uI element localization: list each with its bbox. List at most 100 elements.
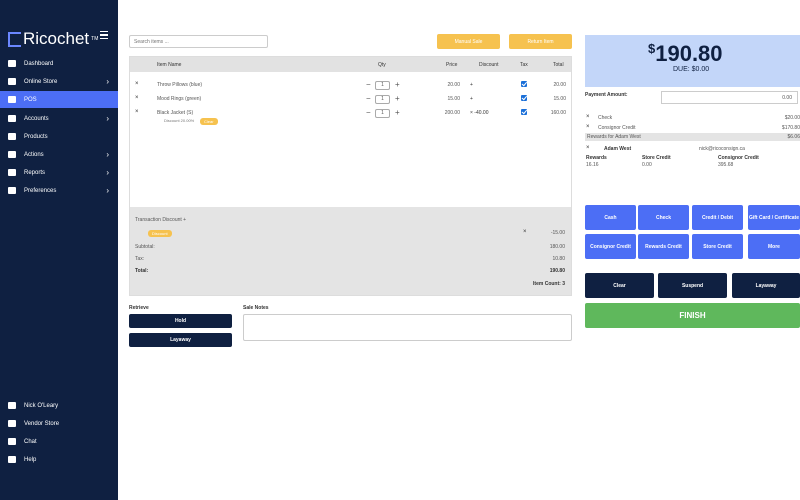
chevron-right-icon: ›	[106, 168, 109, 177]
sidebar-item-online-store[interactable]: Online Store ›	[0, 73, 118, 90]
table-row: × Black Jacket (S) −1 +200.00 × -40.00 160.00…	[130, 106, 571, 125]
store-icon	[8, 420, 16, 427]
tax-value: 10.80	[552, 256, 565, 262]
increase-qty-icon[interactable]: +	[395, 94, 400, 103]
customer-stat-value: 16.16	[586, 162, 599, 168]
total-value: 190.80	[549, 268, 565, 274]
payment-line-name: Consignor Credit	[598, 125, 636, 131]
pay-button-credit-debit[interactable]: Credit / Debit	[692, 205, 743, 230]
discount-tag[interactable]: Discount	[148, 230, 172, 237]
rewards-amount: $6.06	[787, 134, 800, 140]
decrease-qty-icon[interactable]: −	[366, 108, 371, 117]
pay-button-consignor-credit[interactable]: Consignor Credit	[585, 234, 636, 259]
item-tag[interactable]: Clear	[200, 118, 218, 125]
sale-notes-field[interactable]	[243, 314, 572, 341]
return-item-button[interactable]: Return Item	[509, 34, 572, 49]
pay-button-more[interactable]: More	[748, 234, 800, 259]
sidebar-item-label: Products	[24, 133, 48, 140]
col-qty: Qty	[378, 62, 386, 68]
sidebar-bottom-nick-o-leary[interactable]: Nick O'Leary	[0, 397, 118, 414]
sidebar-item-preferences[interactable]: Preferences ›	[0, 182, 118, 199]
pay-button-gift-card-certificate[interactable]: Gift Card / Certificate	[748, 205, 800, 230]
item-total: 20.00	[553, 82, 566, 88]
sidebar-item-label: Nick O'Leary	[24, 402, 59, 409]
remove-discount-icon[interactable]: ×	[523, 229, 527, 235]
remove-item-icon[interactable]: ×	[135, 109, 139, 115]
remove-item-icon[interactable]: ×	[135, 95, 139, 101]
retrieve-layaway-button[interactable]: Layaway	[129, 333, 232, 347]
sidebar-item-actions[interactable]: Actions ›	[0, 146, 118, 163]
item-name: Throw Pillows (blue)	[157, 82, 203, 88]
sidebar-bottom-chat[interactable]: Chat	[0, 433, 118, 450]
increase-qty-icon[interactable]: +	[395, 108, 400, 117]
qty-input[interactable]: 1	[375, 95, 390, 104]
item-count: Item Count: 3	[533, 281, 565, 287]
tax-checkbox[interactable]	[521, 95, 527, 101]
customer-stat-value: 395.68	[718, 162, 734, 168]
item-discount[interactable]: +	[470, 96, 473, 102]
sidebar: Ricochet TM Dashboard Online Store › POS Acco…	[0, 0, 118, 500]
sidebar-item-products[interactable]: Products	[0, 128, 118, 145]
tax-checkbox[interactable]	[521, 81, 527, 87]
sidebar-bottom-vendor-store[interactable]: Vendor Store	[0, 415, 118, 432]
sidebar-bottom-help[interactable]: Help	[0, 451, 118, 468]
menu-toggle-icon[interactable]	[100, 31, 108, 39]
sidebar-item-pos[interactable]: POS	[0, 91, 118, 108]
customer-stat-label: Rewards	[586, 155, 607, 161]
chart-icon	[8, 169, 16, 176]
customer-email: nick@ricoconsign.ca	[699, 146, 745, 152]
col-total: Total	[553, 62, 564, 68]
decrease-qty-icon[interactable]: −	[366, 94, 371, 103]
pay-button-rewards-credit[interactable]: Rewards Credit	[638, 234, 689, 259]
remove-check-icon[interactable]: ×	[586, 114, 590, 120]
hold-button[interactable]: Hold	[129, 314, 232, 328]
sidebar-item-reports[interactable]: Reports ›	[0, 164, 118, 181]
layaway-button[interactable]: Layaway	[732, 273, 800, 298]
pay-button-cash[interactable]: Cash	[585, 205, 636, 230]
chevron-right-icon: ›	[106, 77, 109, 86]
decrease-qty-icon[interactable]: −	[366, 80, 371, 89]
pay-button-store-credit[interactable]: Store Credit	[692, 234, 743, 259]
manual-sale-button[interactable]: Manual Sale	[437, 34, 500, 49]
monitor-icon	[8, 78, 16, 85]
bolt-icon	[8, 151, 16, 158]
sidebar-item-label: Chat	[24, 438, 37, 445]
users-icon	[8, 115, 16, 122]
qty-input[interactable]: 1	[375, 109, 390, 118]
suspend-button[interactable]: Suspend	[658, 273, 727, 298]
search-input[interactable]	[129, 35, 268, 48]
customer-name[interactable]: Adam West	[604, 146, 631, 152]
chevron-right-icon: ›	[106, 186, 109, 195]
brand-logo[interactable]: Ricochet TM	[8, 29, 98, 49]
item-total: 160.00	[550, 110, 566, 116]
col-item: Item Name	[157, 62, 182, 68]
tag-icon	[8, 133, 16, 140]
remove-customer-icon[interactable]: ×	[586, 145, 590, 151]
remove-consignor-icon[interactable]: ×	[586, 124, 590, 130]
remove-item-icon[interactable]: ×	[135, 81, 139, 87]
clear-button[interactable]: Clear	[585, 273, 654, 298]
sale-notes-label: Sale Notes	[243, 305, 269, 311]
payment-amount-input[interactable]: 0.00	[661, 91, 798, 104]
home-icon	[8, 60, 16, 67]
customer-stat-label: Consignor Credit	[718, 155, 759, 161]
tax-checkbox[interactable]	[521, 109, 527, 115]
retrieve-label: Retrieve	[129, 305, 149, 311]
subtotal-value: 180.00	[549, 244, 565, 250]
qty-input[interactable]: 1	[375, 81, 390, 90]
rewards-line: Rewards for Adam West	[587, 134, 641, 140]
sidebar-item-label: Accounts	[24, 115, 49, 122]
transaction-discount-link[interactable]: Transaction Discount +	[135, 217, 186, 223]
item-discount[interactable]: × -40.00	[470, 110, 489, 116]
sidebar-item-label: Vendor Store	[24, 420, 60, 427]
sidebar-item-accounts[interactable]: Accounts ›	[0, 110, 118, 127]
payment-amount-label: Payment Amount:	[585, 92, 628, 98]
pay-button-check[interactable]: Check	[638, 205, 689, 230]
sidebar-item-label: Preferences	[24, 187, 57, 194]
finish-button[interactable]: FINISH	[585, 303, 800, 328]
item-discount[interactable]: +	[470, 82, 473, 88]
increase-qty-icon[interactable]: +	[395, 80, 400, 89]
item-price: 20.00	[447, 82, 460, 88]
sidebar-item-dashboard[interactable]: Dashboard	[0, 55, 118, 72]
sidebar-item-label: Actions	[24, 151, 44, 158]
